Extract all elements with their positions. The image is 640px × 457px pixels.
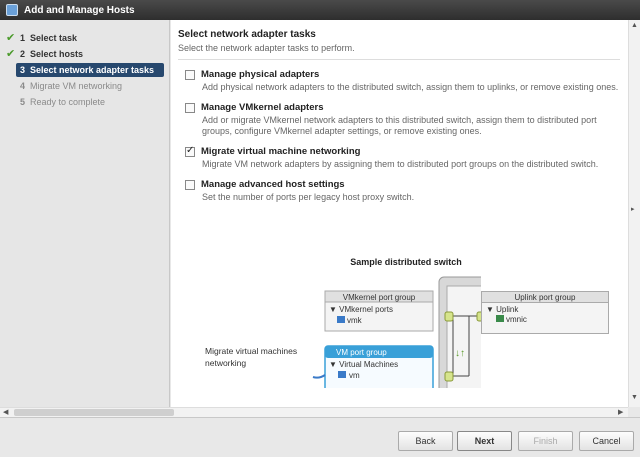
migrate-arrow-icon — [312, 374, 326, 379]
option-migrate-vm-networking: Migrate virtual machine networking Migra… — [178, 145, 620, 170]
next-button[interactable]: Next — [457, 431, 512, 451]
checkbox-manage-advanced-host-settings[interactable] — [185, 179, 195, 190]
app-icon — [6, 4, 18, 16]
wizard-footer: Back Next Finish Cancel — [0, 417, 640, 457]
step-select-task[interactable]: ✔ 1 Select task — [0, 30, 169, 46]
scroll-grip-icon[interactable]: ▸ — [631, 205, 635, 213]
diagram-title: Sample distributed switch — [350, 257, 462, 267]
svg-text:vmk: vmk — [347, 316, 363, 325]
svg-text:▼ Virtual Machines: ▼ Virtual Machines — [329, 360, 398, 369]
step-select-network-adapter-tasks[interactable]: 3 Select network adapter tasks — [16, 63, 164, 77]
vmk-icon — [337, 316, 345, 323]
option-manage-vmkernel-adapters: Manage VMkernel adapters Add or migrate … — [178, 102, 620, 137]
vm-port-group: VM port group ▼ Virtual Machines vm — [324, 345, 434, 388]
svg-text:VM port group: VM port group — [336, 348, 387, 357]
checkbox-migrate-vm-networking[interactable] — [185, 145, 195, 157]
scroll-thumb[interactable] — [14, 409, 174, 416]
scroll-right-icon[interactable]: ▶ — [618, 408, 623, 416]
cancel-button[interactable]: Cancel — [579, 431, 634, 451]
step-ready-to-complete: 5 Ready to complete — [20, 97, 106, 107]
annotation-line: Migrate virtual machines networking — [205, 346, 297, 368]
vertical-scrollbar[interactable]: ▲ ▸ ▼ — [628, 20, 640, 407]
uplink-port-group: Uplink port group ▼ Uplink vmnic — [481, 291, 609, 335]
svg-text:VMkernel port group: VMkernel port group — [343, 293, 416, 302]
scroll-left-icon[interactable]: ◀ — [3, 408, 8, 416]
port-icon — [444, 371, 454, 382]
checkbox-manage-vmkernel-adapters[interactable] — [185, 102, 195, 113]
page-title: Select network adapter tasks — [178, 29, 316, 40]
vmkernel-port-group: VMkernel port group ▼ VMkernel ports vmk — [324, 290, 434, 332]
checkmark-icon: ✔ — [6, 48, 16, 60]
finish-button[interactable]: Finish — [518, 431, 573, 451]
scroll-up-icon[interactable]: ▲ — [631, 22, 638, 29]
horizontal-scrollbar[interactable]: ◀ ▶ — [0, 407, 628, 417]
svg-text:▼ VMkernel ports: ▼ VMkernel ports — [329, 305, 393, 314]
option-manage-advanced-host-settings: Manage advanced host settings Set the nu… — [178, 179, 620, 203]
svg-text:↓↑: ↓↑ — [455, 348, 465, 359]
back-button[interactable]: Back — [398, 431, 453, 451]
step-select-hosts[interactable]: ✔ 2 Select hosts — [0, 46, 169, 62]
checkbox-manage-physical-adapters[interactable] — [185, 69, 195, 80]
title-bar: Add and Manage Hosts — [0, 0, 640, 20]
page-subtitle: Select the network adapter tasks to perf… — [178, 43, 620, 60]
checkmark-icon: ✔ — [6, 32, 16, 44]
vm-icon — [338, 371, 346, 378]
vmnic-icon — [496, 315, 504, 322]
scroll-down-icon[interactable]: ▼ — [631, 394, 638, 401]
port-icon — [444, 311, 454, 322]
window-title: Add and Manage Hosts — [24, 4, 135, 16]
option-manage-physical-adapters: Manage physical adapters Add physical ne… — [178, 69, 620, 93]
step-migrate-vm-networking: 4 Migrate VM networking — [20, 81, 123, 91]
sample-switch-diagram: Sample distributed switch ↓↑ VMkernel po… — [205, 257, 481, 388]
wizard-steps: ✔ 1 Select task ✔ 2 Select hosts 3 Selec… — [0, 20, 170, 407]
svg-text:vm: vm — [349, 371, 360, 380]
